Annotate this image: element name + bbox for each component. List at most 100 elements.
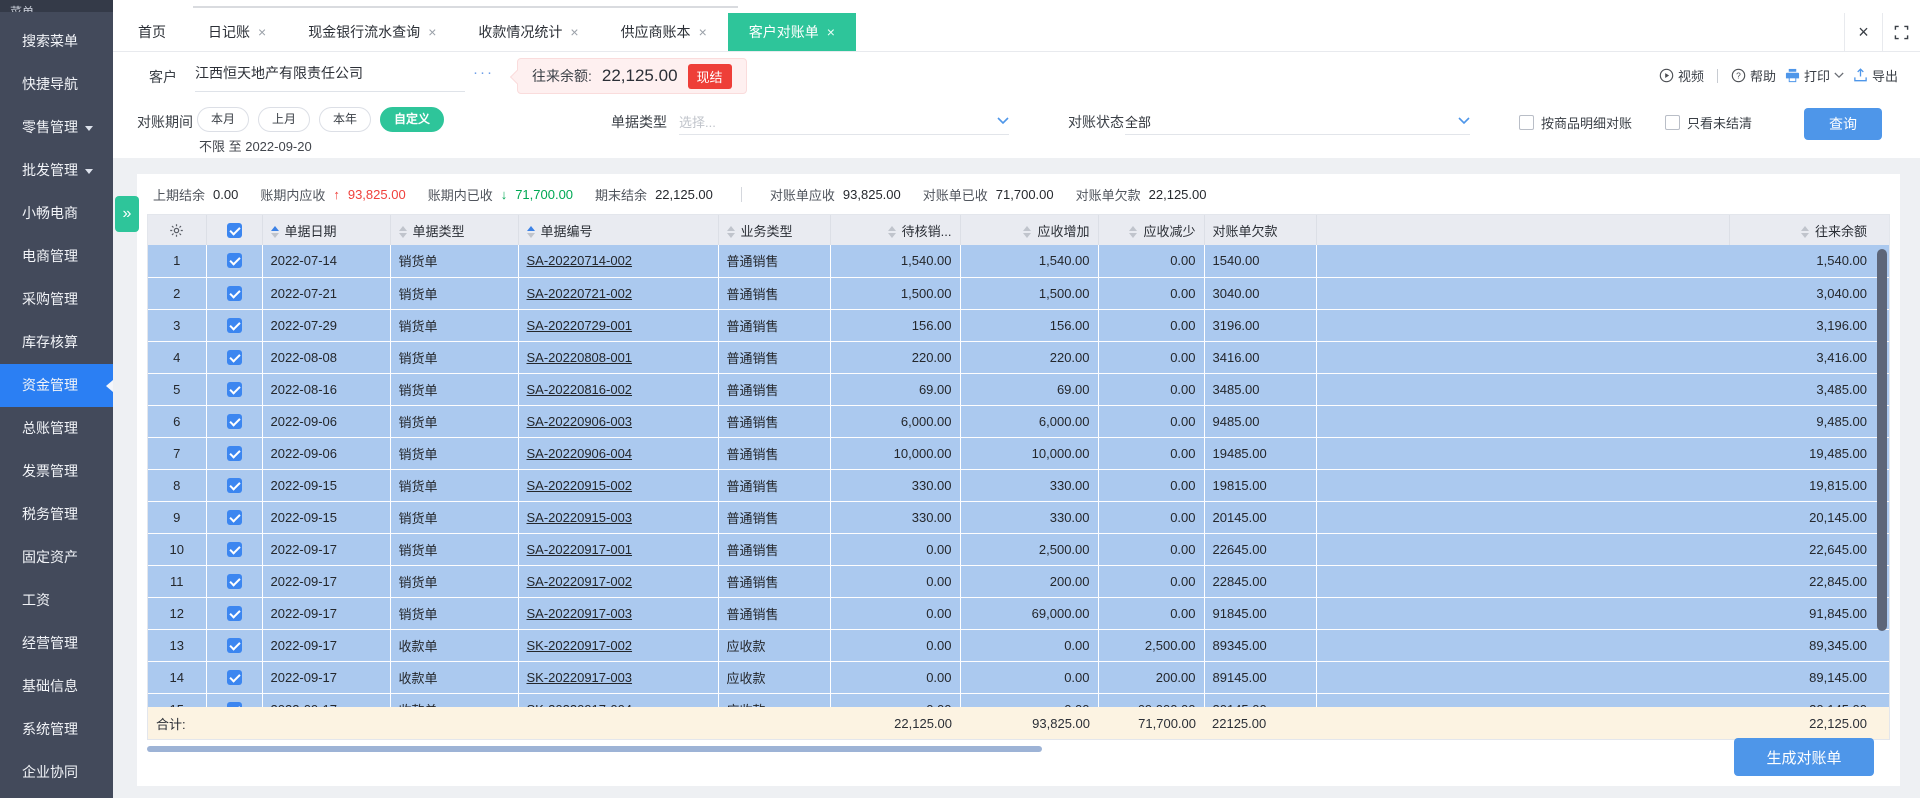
column-settings-gear-icon[interactable] — [148, 215, 207, 245]
print-button[interactable]: 打印 — [1785, 66, 1844, 85]
checkbox-icon[interactable] — [1519, 115, 1534, 130]
row-checkbox[interactable] — [226, 381, 242, 397]
row-checkbox[interactable] — [226, 285, 242, 301]
column-header-owed[interactable]: 对账单欠款 — [1204, 215, 1317, 245]
more-icon[interactable]: ··· — [473, 64, 494, 81]
table-row[interactable]: 6 2022-09-06 销货单 SA-20220906-003 普通销售 6,000.0… — [148, 405, 1889, 438]
period-pill[interactable]: 上月 — [258, 107, 311, 132]
sidebar-item[interactable]: 搜索菜单 — [0, 20, 113, 63]
tab-close-icon[interactable]: × — [570, 24, 578, 40]
column-header-code[interactable]: 单据编号 — [518, 215, 719, 245]
document-link[interactable]: SA-20220906-003 — [527, 414, 633, 429]
row-checkbox[interactable] — [226, 637, 242, 653]
table-row[interactable]: 3 2022-07-29 销货单 SA-20220729-001 普通销售 156.00 1… — [148, 309, 1889, 342]
document-link[interactable]: SA-20220917-002 — [527, 574, 633, 589]
row-checkbox[interactable] — [226, 413, 242, 429]
sidebar-item[interactable]: 资金管理 — [0, 364, 113, 407]
sort-icon[interactable] — [887, 226, 896, 239]
tab[interactable]: 现金银行流水查询 × — [287, 13, 457, 51]
customer-select[interactable]: 江西恒天地产有限责任公司 — [195, 63, 465, 92]
column-header-add[interactable]: 应收增加 — [960, 215, 1099, 245]
row-checkbox[interactable] — [226, 317, 242, 333]
column-header-date[interactable]: 单据日期 — [262, 215, 391, 245]
row-checkbox[interactable] — [226, 605, 242, 621]
tab-close-icon[interactable]: × — [699, 24, 707, 40]
row-checkbox[interactable] — [226, 445, 242, 461]
document-link[interactable]: SK-20220917-002 — [527, 638, 633, 653]
sidebar-item[interactable]: 税务管理 — [0, 493, 113, 536]
tab-scrollbar[interactable] — [193, 6, 738, 8]
row-checkbox[interactable] — [226, 701, 242, 707]
table-row[interactable]: 11 2022-09-17 销货单 SA-20220917-002 普通销售 0.00 20… — [148, 565, 1889, 598]
table-row[interactable]: 7 2022-09-06 销货单 SA-20220906-004 普通销售 10,000.… — [148, 437, 1889, 470]
column-header-filler[interactable] — [1316, 215, 1730, 245]
table-row[interactable]: 10 2022-09-17 销货单 SA-20220917-001 普通销售 0.00 2,… — [148, 533, 1889, 566]
document-link[interactable]: SA-20220714-002 — [527, 253, 633, 268]
sidebar-item[interactable]: 总账管理 — [0, 407, 113, 450]
tab-close-icon[interactable]: × — [258, 24, 266, 40]
sidebar-item[interactable]: 工资 — [0, 579, 113, 622]
help-link[interactable]: ? 帮助 — [1731, 66, 1776, 85]
fullscreen-icon[interactable] — [1882, 13, 1920, 51]
row-checkbox[interactable] — [226, 509, 242, 525]
row-checkbox[interactable] — [226, 573, 242, 589]
generate-statement-button[interactable]: 生成对账单 — [1734, 738, 1874, 776]
document-link[interactable]: SA-20220906-004 — [527, 446, 633, 461]
column-header-biz[interactable]: 业务类型 — [718, 215, 831, 245]
period-pill[interactable]: 自定义 — [380, 107, 445, 132]
document-link[interactable]: SA-20220915-003 — [527, 510, 633, 525]
video-link[interactable]: 视频 — [1659, 66, 1704, 85]
query-button[interactable]: 查询 — [1804, 108, 1882, 140]
row-checkbox[interactable] — [226, 477, 242, 493]
tab[interactable]: 收款情况统计 × — [457, 13, 599, 51]
sort-icon[interactable] — [270, 226, 279, 239]
document-link[interactable]: SA-20220915-002 — [527, 478, 633, 493]
table-row[interactable]: 152022-09-17收款单SK-20220917-004应收款0.000.0… — [148, 693, 1889, 707]
document-link[interactable]: SA-20220729-001 — [527, 318, 633, 333]
expand-panel-button[interactable]: » — [115, 196, 139, 232]
table-row[interactable]: 14 2022-09-17 收款单 SK-20220917-003 应收款 0.00 0.0… — [148, 661, 1889, 694]
document-link[interactable]: SA-20220917-001 — [527, 542, 633, 557]
sidebar-item[interactable]: 快捷导航 — [0, 63, 113, 106]
status-select[interactable]: 全部 — [1125, 108, 1470, 135]
document-link[interactable]: SK-20220917-004 — [527, 702, 633, 708]
document-link[interactable]: SA-20220721-002 — [527, 286, 633, 301]
close-icon[interactable]: × — [1844, 13, 1882, 51]
select-all-checkbox[interactable] — [226, 222, 242, 238]
sort-icon[interactable] — [398, 226, 407, 239]
tab[interactable]: 首页 — [117, 13, 187, 51]
doc-type-select[interactable]: 选择... — [679, 108, 1009, 135]
table-row[interactable]: 12 2022-09-17 销货单 SA-20220917-003 普通销售 0.00 69… — [148, 597, 1889, 630]
sidebar-item[interactable]: 库存核算 — [0, 321, 113, 364]
sort-icon[interactable] — [1129, 226, 1138, 239]
column-header-minus[interactable]: 应收减少 — [1098, 215, 1205, 245]
document-link[interactable]: SA-20220816-002 — [527, 382, 633, 397]
table-row[interactable]: 13 2022-09-17 收款单 SK-20220917-002 应收款 0.00 0.0… — [148, 629, 1889, 662]
sort-icon[interactable] — [726, 226, 735, 239]
table-row[interactable]: 9 2022-09-15 销货单 SA-20220915-003 普通销售 330.00 3… — [148, 501, 1889, 534]
row-checkbox[interactable] — [226, 253, 242, 269]
horizontal-scrollbar[interactable] — [147, 746, 1042, 752]
row-checkbox[interactable] — [226, 349, 242, 365]
sidebar-item[interactable]: 批发管理 — [0, 149, 113, 192]
sort-icon[interactable] — [1023, 226, 1032, 239]
row-checkbox[interactable] — [226, 541, 242, 557]
sidebar-item[interactable]: 电商管理 — [0, 235, 113, 278]
sidebar-item[interactable]: 固定资产 — [0, 536, 113, 579]
sidebar-item[interactable]: 零售管理 — [0, 106, 113, 149]
column-header-pending[interactable]: 待核销... — [830, 215, 961, 245]
document-link[interactable]: SA-20220808-001 — [527, 350, 633, 365]
table-row[interactable]: 5 2022-08-16 销货单 SA-20220816-002 普通销售 69.00 69… — [148, 373, 1889, 406]
table-row[interactable]: 2 2022-07-21 销货单 SA-20220721-002 普通销售 1,500.0… — [148, 277, 1889, 310]
checkbox-detail[interactable]: 按商品明细对账 — [1519, 113, 1632, 132]
sort-icon[interactable] — [1800, 226, 1809, 239]
column-header-dtype[interactable]: 单据类型 — [390, 215, 519, 245]
sidebar-item[interactable]: 采购管理 — [0, 278, 113, 321]
table-row[interactable]: 4 2022-08-08 销货单 SA-20220808-001 普通销售 220.00 2… — [148, 341, 1889, 374]
sidebar-item[interactable]: 企业协同 — [0, 751, 113, 794]
document-link[interactable]: SA-20220917-003 — [527, 606, 633, 621]
tab[interactable]: 客户对账单 × — [727, 13, 856, 51]
tab-close-icon[interactable]: × — [428, 24, 436, 40]
sidebar-item[interactable]: 小畅电商 — [0, 192, 113, 235]
vertical-scrollbar[interactable] — [1877, 249, 1887, 631]
